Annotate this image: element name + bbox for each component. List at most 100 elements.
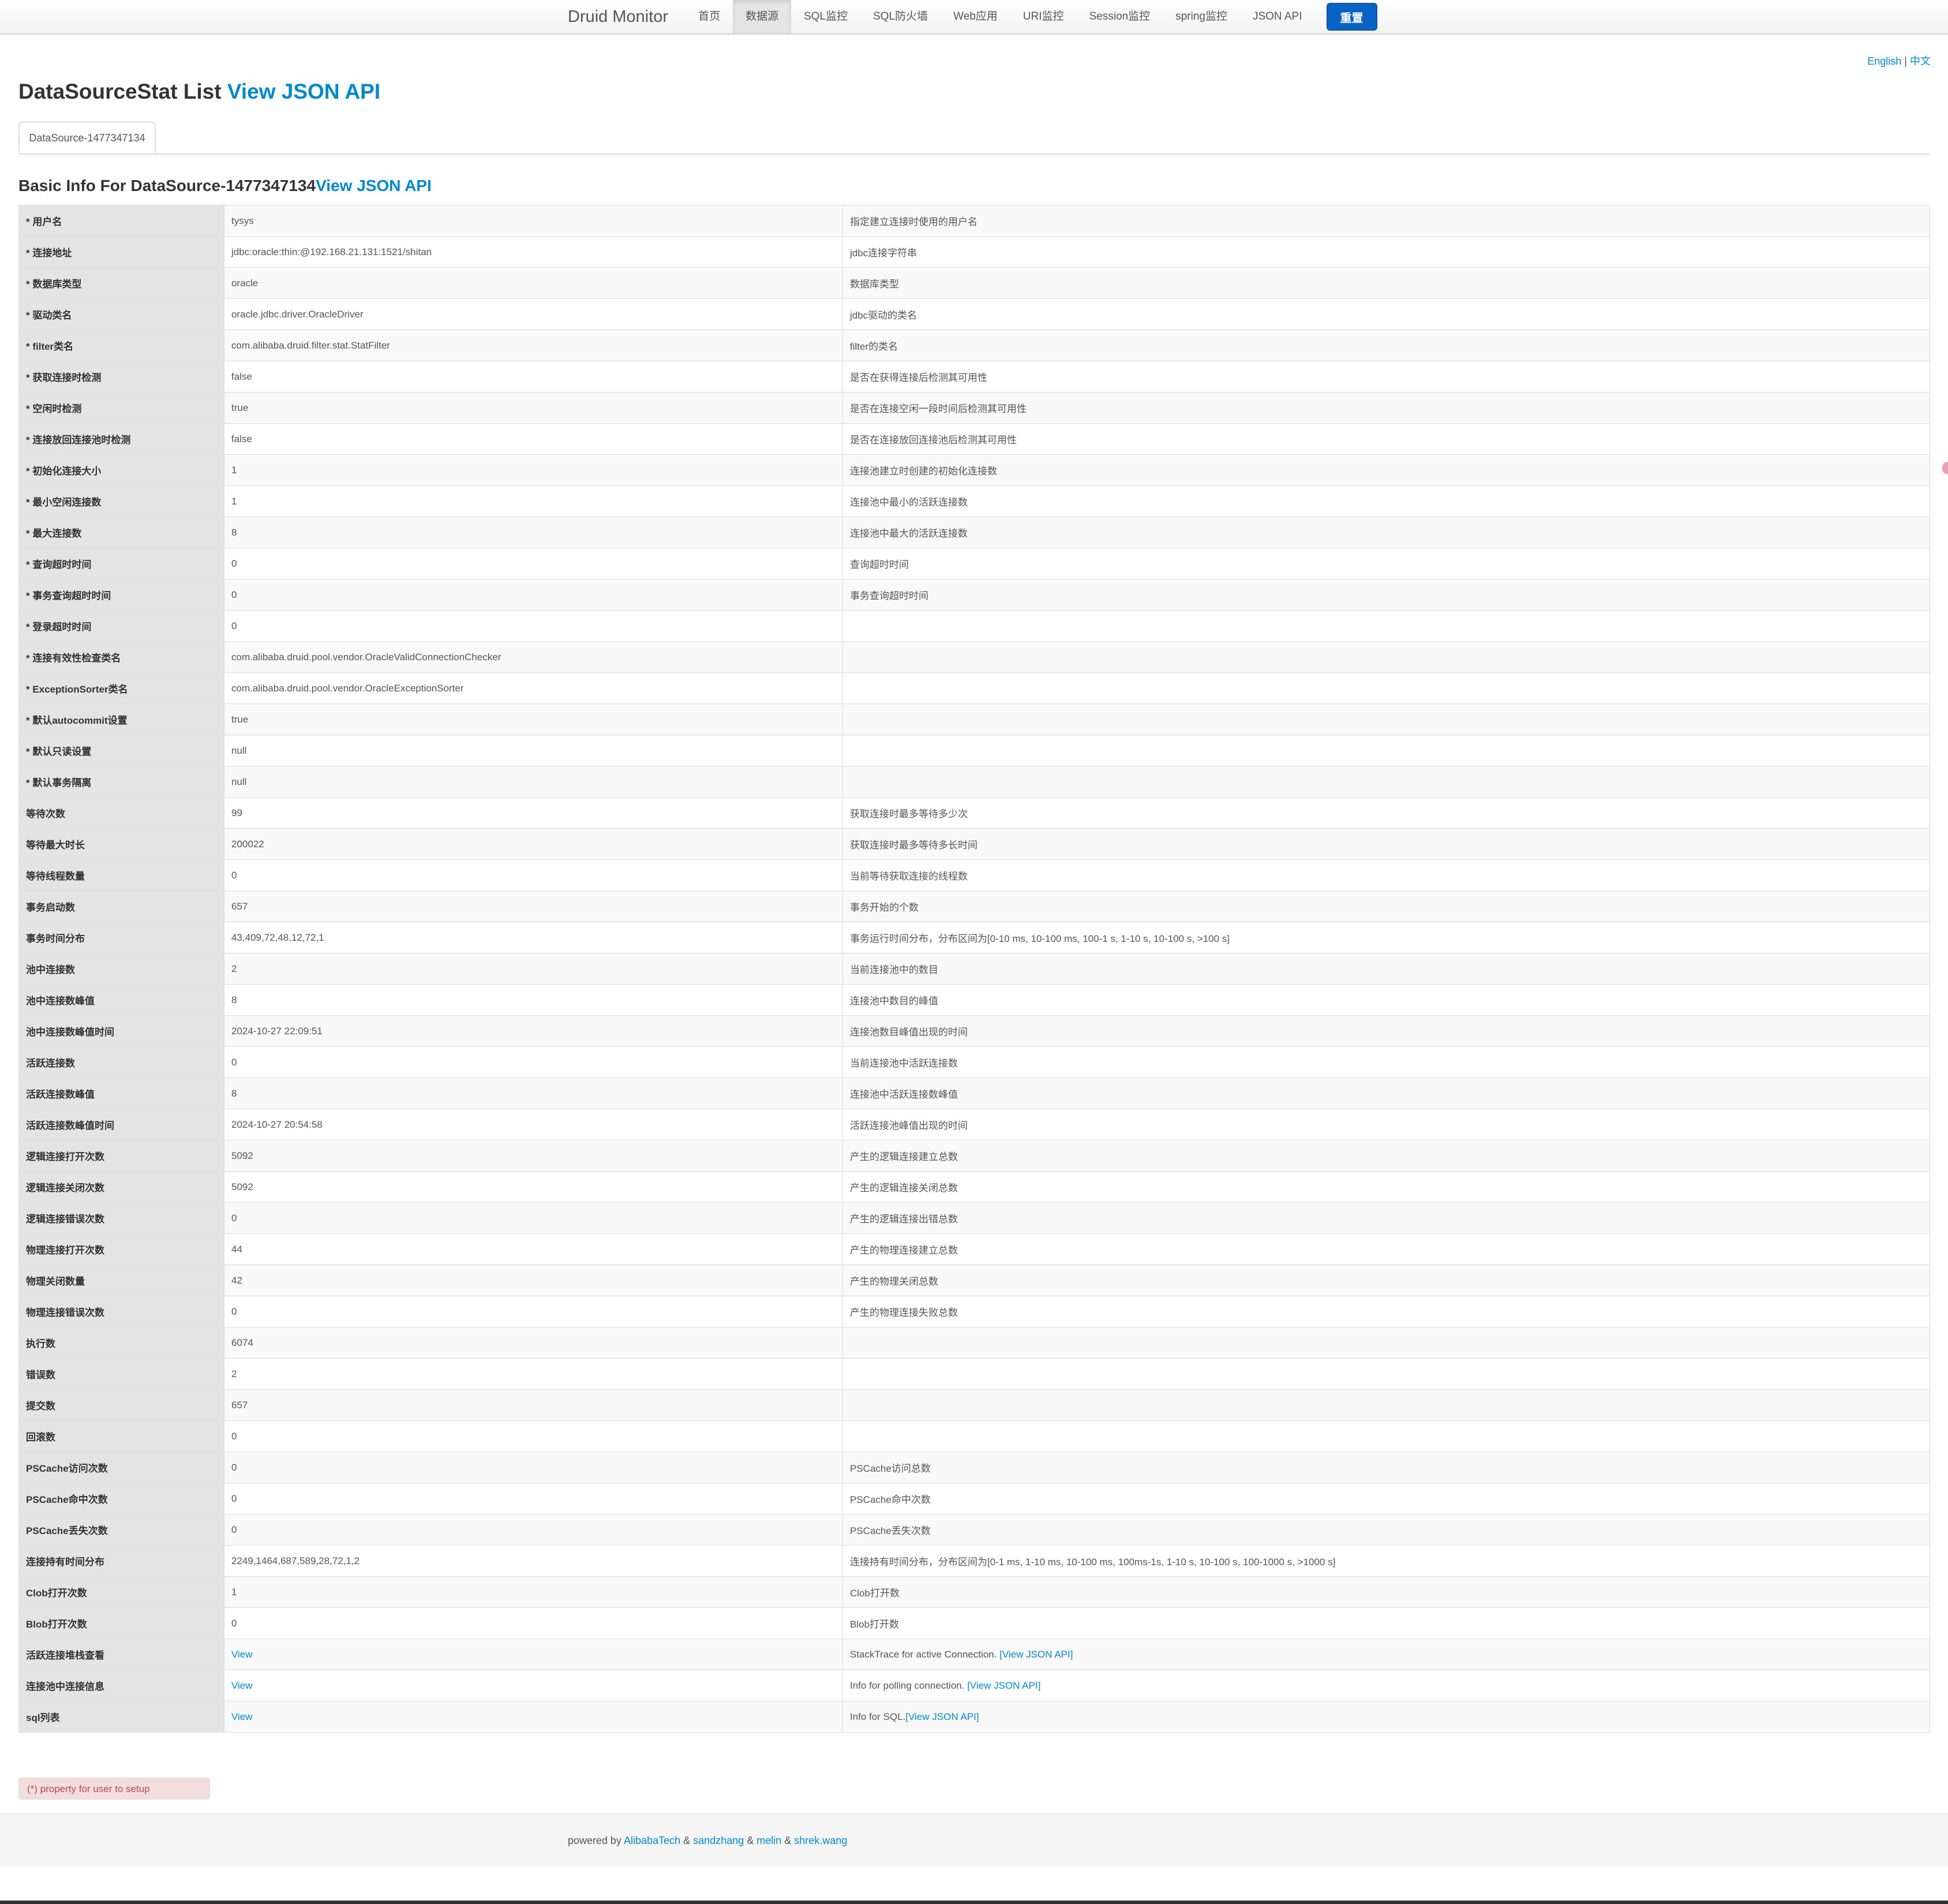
- row-description-text: 事务查询超时时间: [850, 590, 928, 601]
- row-key: * 用户名: [18, 205, 224, 237]
- row-value: 2: [224, 953, 843, 985]
- nav-item[interactable]: SQL防火墙: [860, 0, 941, 33]
- table-row: * 默认autocommit设置 true: [18, 704, 1930, 735]
- row-key: 连接池中连接信息: [18, 1670, 224, 1701]
- nav-item[interactable]: 数据源: [733, 0, 792, 33]
- footer-separator: &: [744, 1835, 757, 1846]
- footer-author-link[interactable]: AlibabaTech: [624, 1835, 680, 1846]
- row-key: 池中连接数峰值: [18, 984, 224, 1016]
- row-value: 5092: [224, 1171, 843, 1203]
- reset-button[interactable]: 重置: [1326, 3, 1377, 31]
- brand-title[interactable]: Druid Monitor: [568, 8, 668, 27]
- row-description-text: 连接池中最大的活跃连接数: [850, 528, 968, 539]
- view-json-api-link[interactable]: [View JSON API]: [967, 1680, 1040, 1691]
- table-row: * 最大连接数 8 连接池中最大的活跃连接数: [18, 517, 1930, 548]
- footer-author-link[interactable]: shrek.wang: [794, 1835, 847, 1846]
- table-row: 逻辑连接关闭次数 5092 产生的逻辑连接关闭总数: [18, 1171, 1930, 1203]
- view-json-api-link[interactable]: [View JSON API]: [999, 1649, 1073, 1660]
- row-description: 连接池中最小的活跃连接数: [842, 485, 1930, 517]
- view-link[interactable]: View: [231, 1711, 253, 1722]
- table-row: 活跃连接数峰值时间 2024-10-27 20:54:58 活跃连接池峰值出现的时间: [18, 1109, 1930, 1140]
- row-description-text: 当前连接池中活跃连接数: [850, 1058, 958, 1069]
- row-description: 产生的物理连接建立总数: [842, 1233, 1930, 1265]
- view-json-api-link[interactable]: [View JSON API]: [905, 1711, 979, 1722]
- row-value: 657: [224, 1389, 843, 1421]
- row-value: 200022: [224, 828, 843, 860]
- table-row: 物理关闭数量 42 产生的物理关闭总数: [18, 1265, 1930, 1296]
- edge-decoration: [1942, 462, 1948, 474]
- row-value: 0: [224, 548, 843, 579]
- footer-author-link[interactable]: melin: [756, 1835, 781, 1846]
- row-description: 活跃连接池峰值出现的时间: [842, 1109, 1930, 1140]
- table-row: 等待线程数量 0 当前等待获取连接的线程数: [18, 859, 1930, 891]
- row-key: 等待线程数量: [18, 859, 224, 891]
- title-view-json-link[interactable]: View JSON API: [227, 80, 380, 103]
- language-switcher: English | 中文: [1867, 53, 1931, 68]
- row-description: 产生的逻辑连接建立总数: [842, 1140, 1930, 1172]
- row-description-text: 连接池建立时创建的初始化连接数: [850, 466, 997, 477]
- row-value: null: [224, 766, 843, 798]
- table-row: * 连接有效性检查类名 com.alibaba.druid.pool.vendor…: [18, 641, 1930, 673]
- row-key: * 事务查询超时时间: [18, 579, 224, 611]
- row-key: 活跃连接数峰值时间: [18, 1109, 224, 1140]
- nav-item[interactable]: 首页: [685, 0, 733, 33]
- row-key: 提交数: [18, 1389, 224, 1421]
- footer-author-link[interactable]: sandzhang: [693, 1835, 744, 1846]
- table-row: 连接持有时间分布 2249,1464,687,589,28,72,1,2 连接持有时…: [18, 1545, 1930, 1577]
- row-description-text: 连接池中数目的峰值: [850, 996, 938, 1007]
- row-description-text: 查询超时时间: [850, 559, 909, 570]
- setup-note: (*) property for user to setup: [18, 1778, 210, 1800]
- row-description: 是否在连接放回连接池后检测其可用性: [842, 423, 1930, 455]
- nav-item[interactable]: Web应用: [941, 0, 1010, 33]
- nav-item[interactable]: JSON API: [1240, 0, 1315, 33]
- table-row: * 数据库类型 oracle 数据库类型: [18, 267, 1930, 299]
- row-description: 连接池中活跃连接数峰值: [842, 1078, 1930, 1109]
- row-key: * 默认autocommit设置: [18, 704, 224, 735]
- row-value: oracle: [224, 267, 843, 299]
- table-row: * ExceptionSorter类名 com.alibaba.druid.poo…: [18, 672, 1930, 704]
- table-row: 错误数 2: [18, 1358, 1930, 1390]
- row-value: 1: [224, 1576, 843, 1608]
- row-description-text: 活跃连接池峰值出现的时间: [850, 1120, 968, 1131]
- nav-item[interactable]: spring监控: [1163, 0, 1240, 33]
- row-description: 指定建立连接时使用的用户名: [842, 205, 1930, 237]
- lang-separator: |: [1904, 55, 1907, 67]
- row-description: 产生的物理连接失败总数: [842, 1296, 1930, 1327]
- tab-datasource[interactable]: DataSource-1477347134: [18, 121, 156, 154]
- row-description-text: 指定建立连接时使用的用户名: [850, 216, 977, 227]
- lang-chinese-link[interactable]: 中文: [1910, 55, 1931, 67]
- row-value: 0: [224, 859, 843, 891]
- footer-separator: &: [680, 1835, 694, 1846]
- row-key: * 连接地址: [18, 236, 224, 268]
- view-link[interactable]: View: [231, 1649, 253, 1660]
- row-key: 物理连接打开次数: [18, 1233, 224, 1265]
- nav-item[interactable]: SQL监控: [791, 0, 860, 33]
- table-row: * 空闲时检测 true 是否在连接空闲一段时间后检测其可用性: [18, 392, 1930, 424]
- nav-item[interactable]: Session监控: [1077, 0, 1163, 33]
- lang-english-link[interactable]: English: [1867, 55, 1901, 67]
- row-description: filter的类名: [842, 330, 1930, 361]
- table-row: 事务启动数 657 事务开始的个数: [18, 891, 1930, 922]
- row-key: 活跃连接堆栈查看: [18, 1639, 224, 1670]
- row-description: 产生的逻辑连接关闭总数: [842, 1171, 1930, 1203]
- row-key: 执行数: [18, 1327, 224, 1359]
- row-value: com.alibaba.druid.filter.stat.StatFilter: [224, 330, 843, 361]
- table-row: * 初始化连接大小 1 连接池建立时创建的初始化连接数: [18, 454, 1930, 486]
- nav-item[interactable]: URI监控: [1010, 0, 1077, 33]
- row-key: 错误数: [18, 1358, 224, 1390]
- view-link[interactable]: View: [231, 1680, 253, 1691]
- row-description: PSCache命中次数: [842, 1483, 1930, 1514]
- table-row: * 查询超时时间 0 查询超时时间: [18, 548, 1930, 579]
- table-row: 执行数 6074: [18, 1327, 1930, 1359]
- row-description-text: PSCache访问总数: [850, 1463, 931, 1474]
- row-key: 物理关闭数量: [18, 1265, 224, 1296]
- table-row: * 连接放回连接池时检测 false 是否在连接放回连接池后检测其可用性: [18, 423, 1930, 455]
- row-description-text: Info for SQL.: [850, 1711, 906, 1722]
- row-description: [842, 735, 1930, 766]
- subtitle-view-json-link[interactable]: View JSON API: [316, 177, 432, 194]
- nav-bar-inner: Druid Monitor 首页 数据源 SQL监控 SQL防火墙 Web应用 URI监控…: [568, 0, 1377, 33]
- row-value: 2024-10-27 22:09:51: [224, 1015, 843, 1047]
- table-row: 事务时间分布 43,409,72,48,12,72,1 事务运行时间分布，分布区间为…: [18, 922, 1930, 953]
- row-key: * filter类名: [18, 330, 224, 361]
- row-description-text: Info for polling connection.: [850, 1679, 968, 1691]
